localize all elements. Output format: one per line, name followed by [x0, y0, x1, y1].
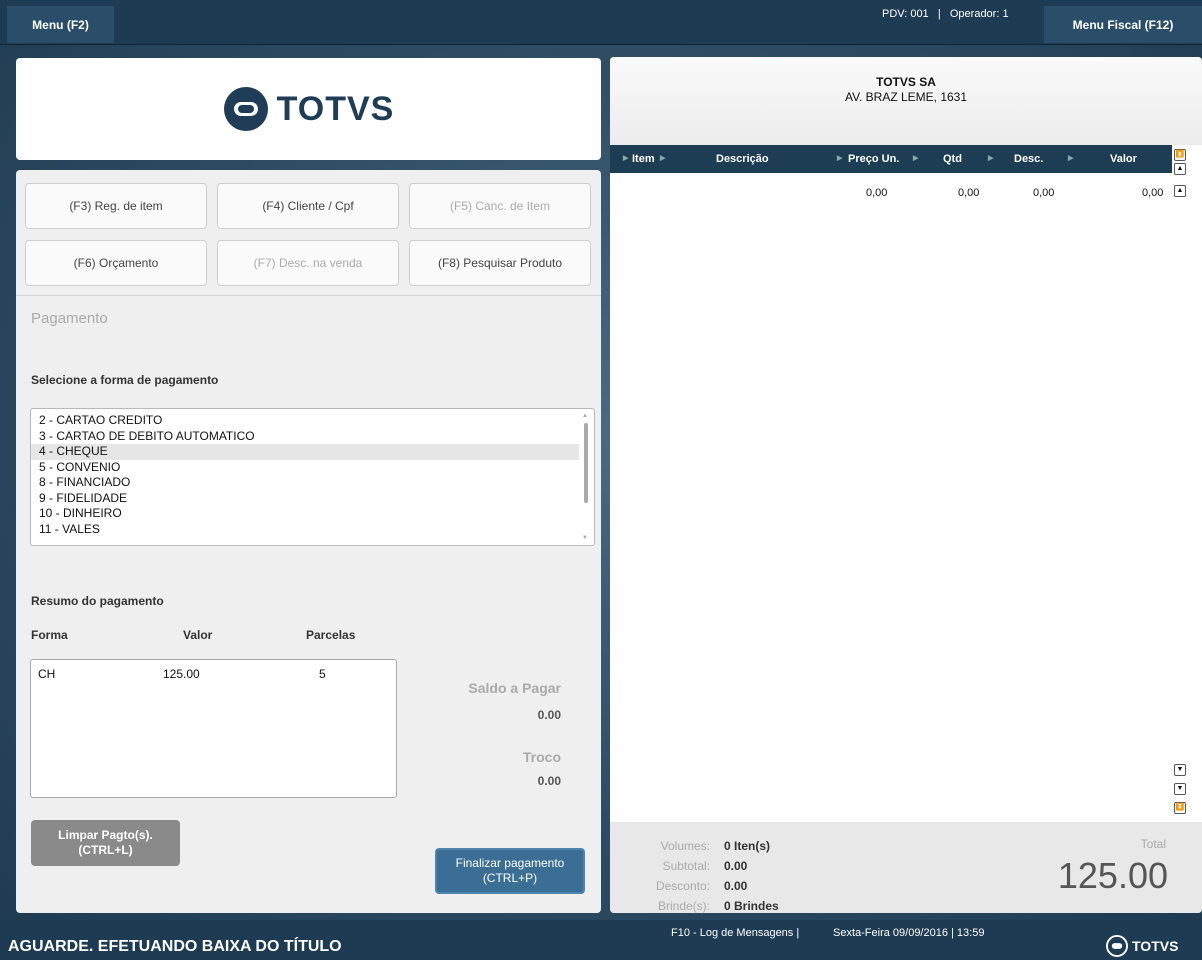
totvs-footer-icon: [1106, 935, 1128, 957]
finalizar-pagamento-button[interactable]: Finalizar pagamento (CTRL+P): [435, 848, 585, 894]
footer-logo-text: TOTVS: [1132, 938, 1179, 954]
totvs-logo: TOTVS: [223, 86, 395, 132]
company-name: TOTVS SA: [876, 75, 936, 89]
col-valor: Valor: [183, 628, 213, 642]
col-forma: Forma: [31, 628, 68, 642]
summary-row-forma: CH: [38, 667, 56, 681]
payment-section-title: Pagamento: [31, 310, 108, 327]
total-value: 125.00: [1057, 855, 1168, 896]
scroll-up-icon[interactable]: ▲: [1174, 185, 1186, 197]
volumes-value: 0 Iten(s): [724, 839, 771, 853]
logo-text: TOTVS: [276, 89, 395, 128]
subtotal-label: Subtotal:: [662, 859, 710, 873]
totvs-logo-icon: [223, 87, 268, 131]
subtotal-value: 0.00: [724, 859, 748, 873]
payment-method-item[interactable]: 2 - CARTAO CREDITO: [31, 413, 579, 429]
payment-method-item[interactable]: 8 - FINANCIADO: [31, 475, 579, 491]
top-bar: Menu (F2) PDV: 001 | Operador: 1 Menu Fi…: [0, 0, 1202, 45]
date-time: Sexta-Feira 09/09/2016 | 13:59: [833, 927, 985, 939]
col-qtd[interactable]: Qtd: [943, 153, 962, 165]
col-arrow-icon: ▶: [623, 155, 629, 162]
payment-method-list[interactable]: 2 - CARTAO CREDITO 3 - CARTAO DE DEBITO A…: [30, 408, 595, 546]
payment-method-item[interactable]: 5 - CONVENIO: [31, 460, 579, 476]
pesquisar-produto-button[interactable]: (F8) Pesquisar Produto: [409, 240, 591, 286]
col-desc[interactable]: Desc.: [1014, 153, 1043, 165]
payment-method-item[interactable]: 3 - CARTAO DE DEBITO AUTOMATICO: [31, 429, 579, 445]
col-preco[interactable]: Preço Un.: [848, 153, 899, 165]
col-parcelas: Parcelas: [306, 628, 356, 642]
brinde-label: Brinde(s):: [657, 899, 710, 913]
status-message: AGUARDE. EFETUANDO BAIXA DO TÍTULO: [8, 938, 342, 955]
desconto-value: 0.00: [724, 879, 748, 893]
scroll-thumb[interactable]: [584, 423, 588, 503]
cliente-cpf-button[interactable]: (F4) Cliente / Cpf: [217, 183, 399, 229]
payment-summary-table[interactable]: CH 125.00 5: [30, 659, 397, 798]
col-arrow-icon: ▶: [1068, 155, 1074, 162]
desconto-label: Desconto:: [655, 879, 710, 893]
scroll-up-icon[interactable]: ▲: [582, 413, 588, 419]
brinde-value: 0 Brindes: [724, 899, 779, 913]
totals-area: Volumes: 0 Iten(s) Subtotal: 0.00 Descon…: [610, 822, 1202, 913]
payment-method-item[interactable]: 4 - CHEQUE: [31, 444, 579, 460]
payment-method-item[interactable]: 11 - VALES: [31, 522, 579, 538]
status-bar: AGUARDE. EFETUANDO BAIXA DO TÍTULO F10 -…: [0, 920, 1202, 960]
company-address: AV. BRAZ LEME, 1631: [844, 90, 968, 104]
volumes-label: Volumes:: [660, 839, 710, 853]
footer-logo: TOTVS: [1106, 935, 1178, 957]
menu-button[interactable]: Menu (F2): [7, 6, 114, 43]
summary-row-valor: 125.00: [163, 667, 200, 681]
troco-label: Troco: [522, 749, 561, 765]
payment-panel: (F3) Reg. de item (F4) Cliente / Cpf (F5…: [16, 170, 601, 913]
scroll-page-up-icon[interactable]: ▲: [1174, 163, 1186, 175]
receipt-panel: TOTVS SA AV. BRAZ LEME, 1631 ▶ Item ▶ De…: [610, 57, 1202, 913]
scroll-top-icon[interactable]: ⏫: [1174, 149, 1186, 161]
reg-item-button[interactable]: (F3) Reg. de item: [25, 183, 207, 229]
row-desc: 0,00: [1033, 187, 1055, 199]
saldo-value: 0.00: [537, 708, 561, 722]
troco-value: 0.00: [537, 774, 561, 788]
canc-item-button[interactable]: (F5) Canc. de Item: [409, 183, 591, 229]
col-arrow-icon: ▶: [837, 155, 843, 162]
log-mensagens-link[interactable]: F10 - Log de Mensagens |: [671, 927, 799, 939]
scroll-bottom-icon[interactable]: ⏬: [1174, 802, 1186, 814]
col-arrow-icon: ▶: [988, 155, 994, 162]
col-descricao[interactable]: Descrição: [716, 153, 769, 165]
select-payment-label: Selecione a forma de pagamento: [31, 373, 219, 387]
scroll-page-down-icon[interactable]: ▼: [1174, 783, 1186, 795]
divider: [16, 295, 601, 296]
row-valor: 0,00: [1142, 187, 1164, 199]
col-arrow-icon: ▶: [913, 155, 919, 162]
menu-fiscal-button[interactable]: Menu Fiscal (F12): [1044, 6, 1202, 43]
logo-panel: TOTVS: [16, 58, 601, 160]
pdv-operator-info: PDV: 001 | Operador: 1: [882, 8, 1009, 20]
row-preco: 0,00: [866, 187, 888, 199]
saldo-label: Saldo a Pagar: [468, 680, 561, 696]
receipt-header: TOTVS SA AV. BRAZ LEME, 1631: [610, 57, 1202, 145]
summary-row-parcelas: 5: [319, 667, 326, 681]
payment-method-item[interactable]: 9 - FIDELIDADE: [31, 491, 579, 507]
scroll-down-icon[interactable]: ▼: [1174, 764, 1186, 776]
row-qtd: 0,00: [958, 187, 980, 199]
scroll-down-icon[interactable]: ▼: [582, 535, 588, 541]
summary-title: Resumo do pagamento: [31, 594, 164, 608]
col-arrow-icon: ▶: [660, 155, 666, 162]
items-table-header: ▶ Item ▶ Descrição ▶ Preço Un. ▶ Qtd ▶ D…: [610, 145, 1172, 173]
list-scrollbar[interactable]: ▲ ▼: [582, 413, 590, 541]
desc-venda-button[interactable]: (F7) Desc. na venda: [217, 240, 399, 286]
col-item[interactable]: Item: [632, 153, 655, 165]
total-label: Total: [1140, 837, 1166, 851]
limpar-pagto-button[interactable]: Limpar Pagto(s). (CTRL+L): [31, 820, 180, 866]
col-valor-header[interactable]: Valor: [1110, 153, 1137, 165]
orcamento-button[interactable]: (F6) Orçamento: [25, 240, 207, 286]
payment-method-item[interactable]: 10 - DINHEIRO: [31, 506, 579, 522]
